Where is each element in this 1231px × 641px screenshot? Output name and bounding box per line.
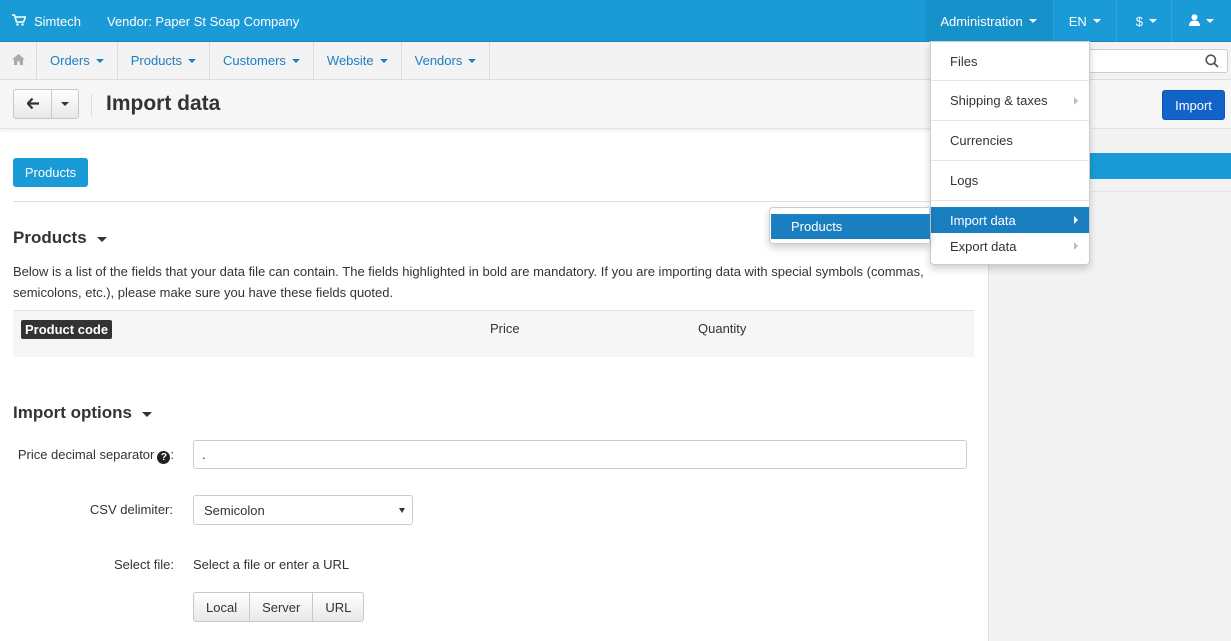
products-section-toggle[interactable]: Products: [13, 228, 107, 248]
nav-customers[interactable]: Customers: [210, 42, 314, 79]
server-file-button[interactable]: Server: [250, 593, 314, 621]
chevron-down-icon: [1092, 19, 1101, 23]
cart-icon: [12, 13, 27, 29]
currency-menu[interactable]: $: [1115, 0, 1171, 42]
currency-label: $: [1135, 13, 1143, 29]
menu-item-export-data[interactable]: Export data: [931, 233, 1089, 259]
nav-label: Orders: [50, 53, 90, 68]
menu-item-currencies[interactable]: Currencies: [931, 121, 1089, 160]
home-icon: [11, 53, 25, 68]
chevron-down-icon: [379, 58, 388, 63]
tab-products[interactable]: Products: [13, 158, 88, 187]
select-file-label: Select file:: [114, 557, 174, 572]
nav-label: Website: [326, 53, 374, 68]
divider: [13, 201, 974, 202]
language-menu[interactable]: EN: [1052, 0, 1116, 42]
nav-label: Customers: [223, 53, 286, 68]
submenu-item-products[interactable]: Products: [771, 214, 930, 239]
chevron-down-icon: [399, 508, 405, 513]
chevron-down-icon: [291, 58, 300, 63]
local-file-button[interactable]: Local: [194, 593, 251, 621]
chevron-right-icon: [1074, 216, 1078, 224]
chevron-right-icon: [1074, 96, 1078, 105]
page-title: Import data: [106, 92, 221, 115]
chevron-down-icon: [1149, 19, 1157, 23]
import-options-toggle[interactable]: Import options: [13, 403, 152, 423]
url-file-button[interactable]: URL: [313, 593, 363, 621]
back-dropdown-button[interactable]: [52, 90, 78, 118]
search-icon[interactable]: [1205, 54, 1219, 71]
back-button-group: [13, 89, 79, 119]
nav-label: Products: [130, 53, 183, 68]
fields-list: Product code Price Quantity: [13, 310, 974, 357]
top-bar: Simtech Vendor: Paper St Soap Company Ad…: [0, 0, 1231, 42]
chevron-right-icon: [1074, 242, 1078, 250]
price-separator-label: Price decimal separator?:: [17, 447, 174, 464]
field-price: Price: [490, 321, 520, 336]
price-separator-input[interactable]: .: [193, 440, 967, 469]
nav-vendors[interactable]: Vendors: [402, 42, 491, 79]
user-icon: [1189, 13, 1200, 29]
vendor-name: Vendor: Paper St Soap Company: [107, 13, 300, 29]
question-icon[interactable]: ?: [157, 451, 171, 464]
file-source-group: Local Server URL: [193, 592, 365, 622]
csv-delimiter-value: Semicolon: [204, 503, 265, 518]
store-link[interactable]: Simtech: [12, 0, 81, 42]
menu-item-files[interactable]: Files: [931, 42, 1089, 80]
divider: [91, 94, 92, 116]
menu-item-label: Logs: [950, 173, 979, 188]
nav-products[interactable]: Products: [118, 42, 211, 79]
label-text: Price decimal separator: [17, 447, 155, 462]
select-file-hint: Select a file or enter a URL: [193, 557, 350, 572]
home-button[interactable]: [0, 42, 37, 79]
menu-item-logs[interactable]: Logs: [931, 161, 1089, 200]
chevron-down-icon: [141, 411, 152, 417]
chevron-down-icon: [1206, 19, 1214, 23]
administration-label: Administration: [940, 13, 1023, 29]
menu-item-label: Currencies: [950, 133, 1013, 148]
chevron-down-icon: [188, 58, 197, 63]
csv-delimiter-select[interactable]: Semicolon: [193, 495, 413, 525]
import-button[interactable]: Import: [1162, 90, 1225, 120]
language-label: EN: [1068, 13, 1087, 29]
field-quantity: Quantity: [698, 321, 747, 336]
section-title: Import options: [13, 403, 132, 422]
nav-website[interactable]: Website: [314, 42, 402, 79]
administration-menu[interactable]: Administration: [926, 0, 1053, 42]
import-data-submenu: Products: [769, 207, 930, 244]
chevron-down-icon: [61, 102, 69, 106]
back-button[interactable]: [14, 90, 52, 118]
csv-delimiter-label: CSV delimiter:: [89, 502, 173, 517]
store-name: Simtech: [34, 13, 81, 29]
nav-label: Vendors: [414, 53, 463, 68]
menu-item-label: Shipping & taxes: [950, 93, 1048, 108]
menu-item-label: Import data: [950, 212, 1016, 228]
field-product-code: Product code: [21, 320, 113, 339]
chevron-down-icon: [95, 58, 104, 63]
menu-item-shipping-taxes[interactable]: Shipping & taxes: [931, 81, 1089, 120]
search-input[interactable]: [1080, 49, 1228, 73]
nav-orders[interactable]: Orders: [37, 42, 118, 79]
section-title: Products: [13, 228, 87, 247]
divider: [931, 200, 1089, 201]
menu-item-label: Files: [950, 53, 978, 69]
fields-description: Below is a list of the fields that your …: [13, 264, 924, 300]
chevron-down-icon: [1028, 19, 1037, 23]
arrow-left-icon: [25, 97, 39, 112]
chevron-down-icon: [96, 236, 107, 242]
user-menu[interactable]: [1171, 0, 1231, 42]
administration-dropdown: Files Shipping & taxes Currencies Logs I…: [930, 41, 1090, 265]
menu-item-import-data[interactable]: Import data: [931, 207, 1089, 233]
chevron-down-icon: [468, 58, 477, 63]
menu-item-label: Export data: [950, 238, 1017, 254]
